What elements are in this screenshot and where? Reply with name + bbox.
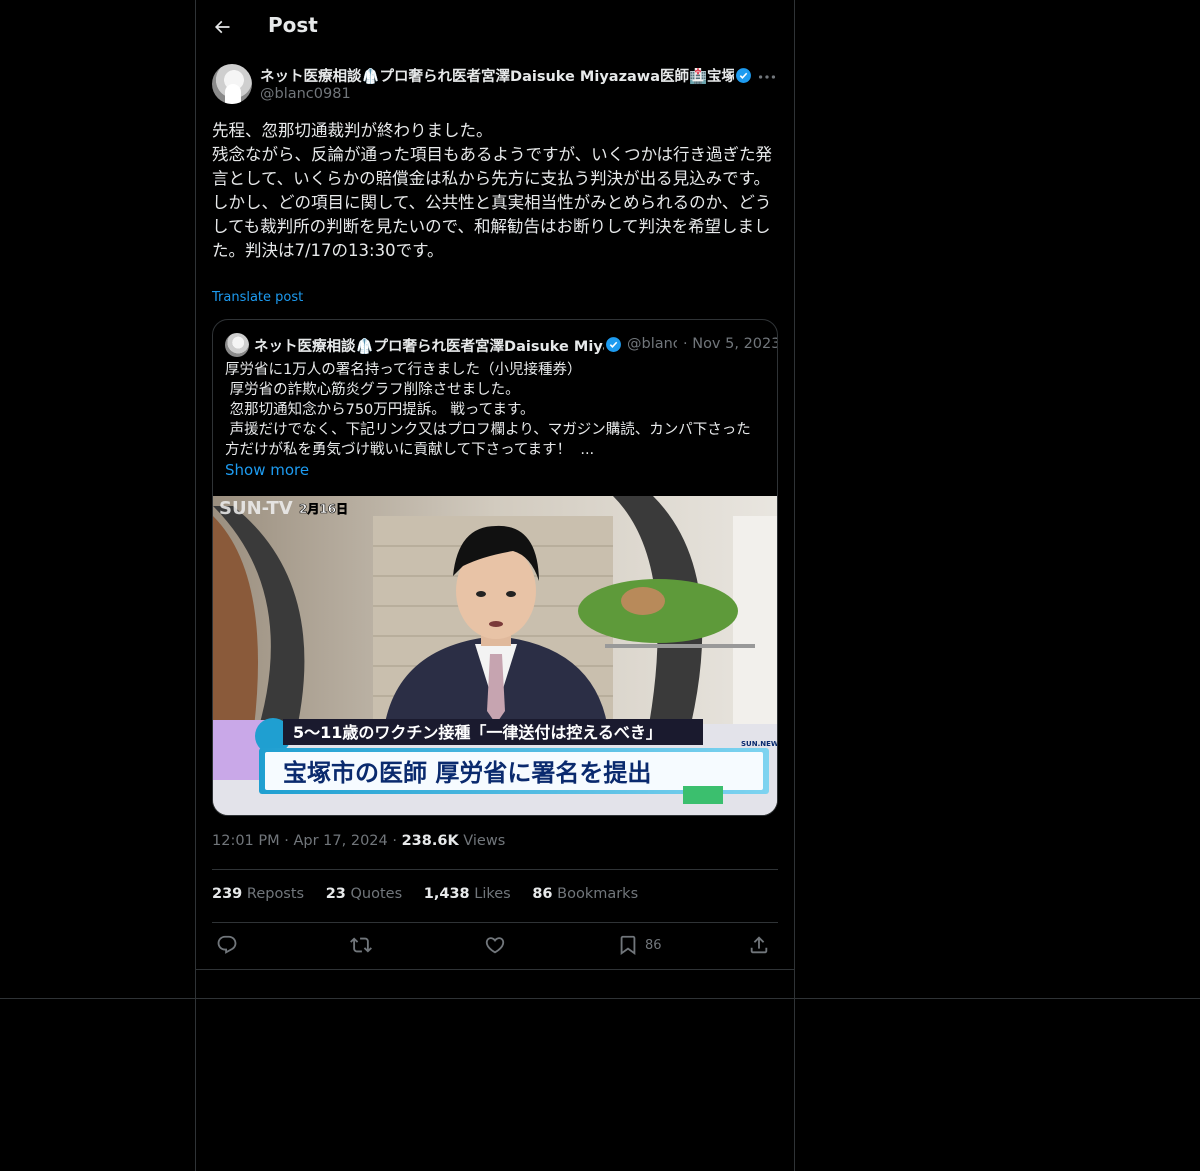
post-timestamp: 12:01 PM · Apr 17, 2024 · 238.6K Views xyxy=(212,833,506,849)
share-button[interactable] xyxy=(748,934,770,958)
page-header: Post xyxy=(196,0,794,54)
post-time[interactable]: 12:01 PM xyxy=(212,833,280,849)
quoted-author-handle: @blanc0981 xyxy=(627,336,677,352)
quoted-post-header: ネット医療相談🥼プロ奢られ医者宮澤Daisuke Miyazawa医師🏥宝塚 @… xyxy=(225,332,777,357)
page-title: Post xyxy=(268,13,318,37)
views-count: 238.6K xyxy=(401,833,459,849)
news-tag: SUN.NEWS xyxy=(741,740,778,748)
back-button[interactable] xyxy=(212,14,236,40)
post-column: Post ネット医療相談🥼プロ奢られ医者宮澤Daisuke Miyazawa医師… xyxy=(195,0,795,1171)
quoted-post-text: 厚労省に1万人の署名持って行きました（小児接種券） 厚労省の詐欺心筋炎グラフ削除… xyxy=(225,362,751,458)
repost-icon xyxy=(350,937,372,953)
verified-badge-icon xyxy=(606,337,621,352)
repost-button[interactable] xyxy=(350,934,372,958)
bookmarks-label: Bookmarks xyxy=(557,886,639,902)
likes-label: Likes xyxy=(474,886,511,902)
quoted-author-name: ネット医療相談🥼プロ奢られ医者宮澤Daisuke Miyazawa医師🏥宝塚 xyxy=(254,339,604,355)
engagement-stats: 239 Reposts 23 Quotes 1,438 Likes 86 Boo… xyxy=(212,886,655,902)
bookmarks-count: 86 xyxy=(532,886,553,902)
verified-badge-icon xyxy=(736,68,751,83)
divider xyxy=(212,922,778,923)
translate-post-link[interactable]: Translate post xyxy=(212,290,303,305)
quoted-avatar xyxy=(225,333,249,357)
reposts-count: 239 xyxy=(212,886,243,902)
reply-icon xyxy=(217,935,237,954)
quoted-post-image[interactable]: SUN-TV 2月16日 5～11歳のワクチン接種「一律送付は控えるべき」 宝塚… xyxy=(213,496,778,815)
reposts-stat[interactable]: 239 Reposts xyxy=(212,886,304,902)
divider xyxy=(196,969,794,970)
reposts-label: Reposts xyxy=(246,886,305,902)
author-handle[interactable]: @blanc0981 xyxy=(260,86,351,102)
views-label: Views xyxy=(463,833,506,849)
more-horizontal-icon xyxy=(758,75,776,79)
action-bar: 86 xyxy=(212,932,778,962)
post-date[interactable]: Apr 17, 2024 xyxy=(293,833,387,849)
author-name-text: ネット医療相談🥼プロ奢られ医者宮澤Daisuke Miyazawa医師🏥宝塚 xyxy=(260,69,734,85)
reply-button[interactable] xyxy=(216,934,238,958)
quotes-stat[interactable]: 23 Quotes xyxy=(326,886,402,902)
more-options-button[interactable] xyxy=(756,66,778,88)
caption-main: 宝塚市の医師 厚労省に署名を提出 xyxy=(283,759,651,787)
bookmarks-stat[interactable]: 86 Bookmarks xyxy=(532,886,638,902)
quoted-post[interactable]: ネット医療相談🥼プロ奢られ医者宮澤Daisuke Miyazawa医師🏥宝塚 @… xyxy=(212,319,778,816)
likes-count: 1,438 xyxy=(423,886,470,902)
bookmark-icon xyxy=(620,935,636,956)
bookmark-count: 86 xyxy=(645,938,662,953)
share-icon xyxy=(750,936,768,954)
quoted-date: · Nov 5, 2023 xyxy=(683,336,778,352)
avatar[interactable] xyxy=(212,64,252,104)
caption-top: 5～11歳のワクチン接種「一律送付は控えるべき」 xyxy=(293,723,662,742)
author-display-name[interactable]: ネット医療相談🥼プロ奢られ医者宮澤Daisuke Miyazawa医師🏥宝塚 xyxy=(260,65,734,86)
broadcast-date: 2月16日 xyxy=(299,502,348,516)
bookmark-button[interactable]: 86 xyxy=(617,934,662,958)
quotes-label: Quotes xyxy=(350,886,403,902)
heart-icon xyxy=(485,937,505,954)
quotes-count: 23 xyxy=(325,886,346,902)
quoted-date-text: Nov 5, 2023 xyxy=(692,336,778,352)
post-text: 先程、忽那切通裁判が終わりました。 残念ながら、反論が通った項目もあるようですが… xyxy=(212,121,773,260)
back-arrow-icon xyxy=(214,20,230,34)
divider xyxy=(212,869,778,870)
post-author: ネット医療相談🥼プロ奢られ医者宮澤Daisuke Miyazawa医師🏥宝塚 @… xyxy=(212,64,778,108)
like-button[interactable] xyxy=(484,934,506,958)
show-more-link[interactable]: Show more xyxy=(225,461,309,479)
news-broadcast-image: SUN-TV 2月16日 5～11歳のワクチン接種「一律送付は控えるべき」 宝塚… xyxy=(213,496,778,815)
channel-logo: SUN-TV xyxy=(219,498,293,519)
likes-stat[interactable]: 1,438 Likes xyxy=(424,886,511,902)
